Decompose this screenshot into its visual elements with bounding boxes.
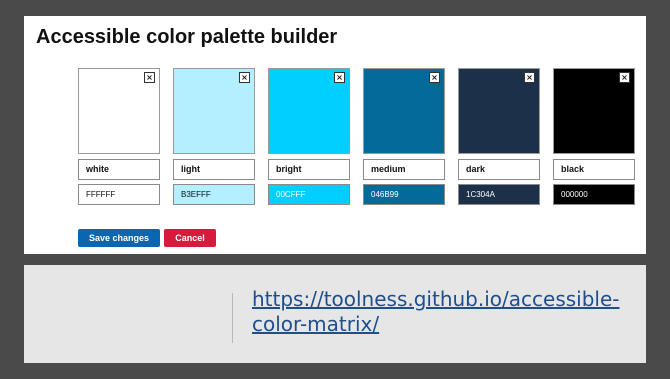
color-name-value: white (86, 164, 110, 174)
swatch-column: × medium 046B99 (363, 68, 445, 205)
color-name-field[interactable]: white (78, 159, 160, 180)
remove-color-icon[interactable]: × (239, 72, 250, 83)
color-name-value: black (561, 164, 585, 174)
remove-color-icon[interactable]: × (619, 72, 630, 83)
divider (232, 293, 233, 343)
color-hex-value: 00CFFF (276, 190, 306, 199)
color-name-value: dark (466, 164, 486, 174)
color-swatch: × (173, 68, 255, 154)
color-hex-field[interactable]: 046B99 (363, 184, 445, 205)
color-swatch: × (268, 68, 350, 154)
color-name-field[interactable]: medium (363, 159, 445, 180)
color-hex-field[interactable]: FFFFFF (78, 184, 160, 205)
color-name-value: bright (276, 164, 302, 174)
color-hex-value: B3EFFF (181, 190, 211, 199)
color-hex-field[interactable]: 00CFFF (268, 184, 350, 205)
remove-color-icon[interactable]: × (334, 72, 345, 83)
color-name-field[interactable]: light (173, 159, 255, 180)
remove-color-icon[interactable]: × (429, 72, 440, 83)
color-hex-field[interactable]: B3EFFF (173, 184, 255, 205)
color-swatch: × (78, 68, 160, 154)
swatch-column: × white FFFFFF (78, 68, 160, 205)
swatch-column: × light B3EFFF (173, 68, 255, 205)
swatch-column: × bright 00CFFF (268, 68, 350, 205)
swatch-column: × black 000000 (553, 68, 635, 205)
accessible-color-matrix-link[interactable]: https://toolness.github.io/accessible-co… (252, 287, 632, 337)
page-title: Accessible color palette builder (36, 26, 338, 48)
link-box: https://toolness.github.io/accessible-co… (24, 265, 646, 363)
color-name-field[interactable]: dark (458, 159, 540, 180)
color-swatch: × (553, 68, 635, 154)
color-hex-value: 046B99 (371, 190, 399, 199)
remove-color-icon[interactable]: × (144, 72, 155, 83)
cancel-button[interactable]: Cancel (164, 229, 216, 247)
save-changes-button[interactable]: Save changes (78, 229, 160, 247)
color-hex-field[interactable]: 000000 (553, 184, 635, 205)
color-swatch: × (363, 68, 445, 154)
swatch-column: × dark 1C304A (458, 68, 540, 205)
color-hex-value: 000000 (561, 190, 588, 199)
color-name-field[interactable]: black (553, 159, 635, 180)
color-name-value: medium (371, 164, 406, 174)
color-swatch: × (458, 68, 540, 154)
palette-builder-panel: Accessible color palette builder × white… (24, 16, 646, 254)
color-name-field[interactable]: bright (268, 159, 350, 180)
remove-color-icon[interactable]: × (524, 72, 535, 83)
color-hex-value: 1C304A (466, 190, 495, 199)
color-hex-field[interactable]: 1C304A (458, 184, 540, 205)
color-hex-value: FFFFFF (86, 190, 116, 199)
color-name-value: light (181, 164, 200, 174)
